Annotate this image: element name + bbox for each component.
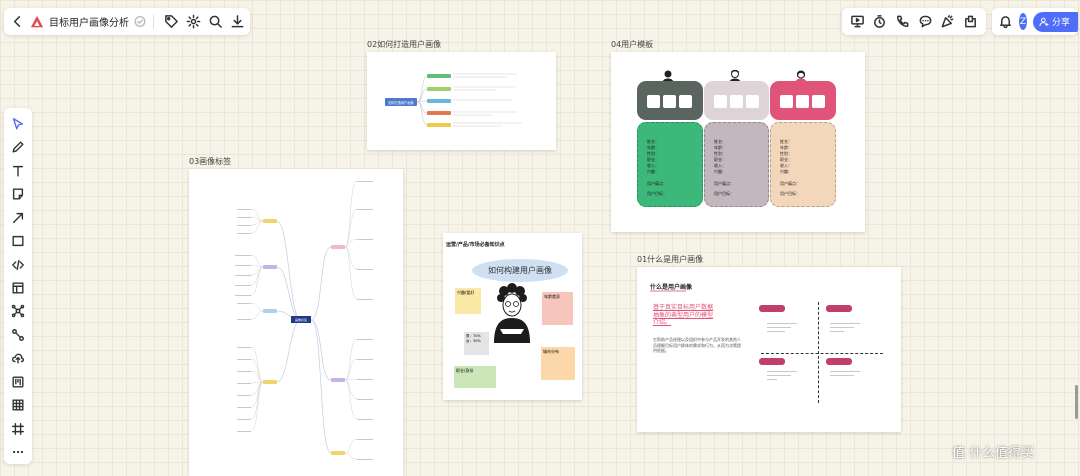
text-tool-icon[interactable] <box>6 163 30 178</box>
frame-02-branch-5 <box>427 123 451 127</box>
bell-icon[interactable] <box>998 14 1013 29</box>
persona-3-card: 姓名： 年龄： 性别： 职业： 收入： 兴趣： 用户痛点： 用户目标： <box>770 122 836 207</box>
upload-icon[interactable] <box>6 351 30 366</box>
quadrant-text-3 <box>767 371 797 380</box>
tag-branch-2 <box>263 265 277 269</box>
frame-02-branch-1 <box>427 74 451 78</box>
share-user-icon <box>1039 17 1049 27</box>
avatar[interactable]: Z <box>1019 13 1027 30</box>
watermark-text: 值 什么值得买 <box>952 446 1035 461</box>
what-is-body: 它帮助产品经理以及组织中参与产品开发的其他人员理解目标用户群体的需求和行为，从而… <box>653 337 741 353</box>
frame-04-label: 04用户模板 <box>611 40 654 49</box>
table-icon[interactable] <box>6 398 30 413</box>
frame-04-template[interactable]: 姓名： 年龄： 性别： 职业： 收入： 兴趣： 用户痛点： 用户目标： 姓名： 年龄： 性别：职… <box>611 52 865 232</box>
download-icon[interactable] <box>226 14 248 29</box>
top-left-toolbar: 目标用户画像分析 <box>4 8 250 35</box>
comment-icon[interactable] <box>918 14 933 29</box>
arrow-tool-icon[interactable] <box>6 210 30 225</box>
quadrant-pill-2 <box>826 305 852 312</box>
tag-icon[interactable] <box>160 14 182 29</box>
frame-02-label: 02如何打造用户画像 <box>367 40 442 49</box>
share-label: 分享 <box>1051 18 1070 28</box>
note-gray: 男：70% 女：30% <box>464 332 489 355</box>
template-icon[interactable] <box>6 280 30 295</box>
doc-title[interactable]: 目标用户画像分析 <box>49 14 129 29</box>
top-right-tools <box>842 8 986 35</box>
sticky-note-icon[interactable] <box>6 186 30 201</box>
more-tools-icon[interactable] <box>6 445 30 460</box>
note-orange: 城市分布 <box>541 347 575 380</box>
tag-branch-4 <box>263 380 277 384</box>
quadrant-horizontal-line <box>761 353 883 354</box>
timer-icon[interactable] <box>872 14 887 29</box>
quadrant-pill-1 <box>759 305 785 312</box>
frame-03-tag-mindmap[interactable]: 画像标签 <box>189 169 403 476</box>
divider <box>153 14 154 29</box>
plugin-icon[interactable] <box>963 14 978 29</box>
knowledge-bubble: 如何构建用户画像 <box>472 259 568 282</box>
mindmap-icon[interactable] <box>6 304 30 319</box>
tag-branch-6 <box>331 378 345 382</box>
frame-02-branch-2 <box>427 87 451 91</box>
phone-icon[interactable] <box>895 14 910 29</box>
connector-icon[interactable] <box>6 327 30 342</box>
frame-03-label: 03画像标签 <box>189 157 232 166</box>
select-tool-icon[interactable] <box>6 116 30 131</box>
top-right-account: Z 分享 <box>992 8 1078 35</box>
kanban-icon[interactable] <box>6 374 30 389</box>
watermark: 值 什么值得买 <box>952 442 1034 461</box>
frame-knowledge-card[interactable]: 运营/产品/市场必备知识点 如何构建用户画像 兴趣/爱好 年龄差异 男：70% … <box>443 233 582 400</box>
rectangle-tool-icon[interactable] <box>6 233 30 248</box>
quadrant-text-4 <box>830 371 860 376</box>
present-icon[interactable] <box>850 14 865 29</box>
vertical-scrollbar[interactable] <box>1075 385 1078 419</box>
frame-01-what-is[interactable]: 什么是用户画像 基于真实目标用户数据抽象的典型用户的模型介绍。 它帮助产品经理以… <box>637 267 901 432</box>
tag-branch-1 <box>263 219 277 223</box>
tag-branch-7 <box>331 451 345 455</box>
persona-2-header <box>704 81 769 120</box>
note-pink: 年龄差异 <box>542 292 573 325</box>
tag-branch-3 <box>263 309 277 313</box>
quadrant-text-1 <box>767 323 797 332</box>
celebrate-icon[interactable] <box>940 14 955 29</box>
person-illustration-icon <box>494 283 530 343</box>
persona-3-header <box>770 81 836 120</box>
tag-branch-5 <box>331 245 345 249</box>
left-tool-rail <box>4 108 32 464</box>
code-block-icon[interactable] <box>6 257 30 272</box>
persona-1-header <box>637 81 703 120</box>
frame-01-label: 01什么是用户画像 <box>637 255 704 264</box>
app-logo <box>30 15 44 29</box>
quadrant-text-2 <box>830 323 860 332</box>
share-button[interactable]: 分享 <box>1032 11 1078 32</box>
gear-icon[interactable] <box>182 14 204 29</box>
search-icon[interactable] <box>204 14 226 29</box>
check-circle-icon <box>133 14 147 29</box>
frame-02-center-node: 如何打造用户画像 <box>385 98 417 106</box>
quadrant-pill-3 <box>759 358 785 365</box>
persona-1-card: 姓名： 年龄： 性别： 职业： 收入： 兴趣： 用户痛点： 用户目标： <box>637 122 703 207</box>
knowledge-title: 运营/产品/市场必备知识点 <box>446 242 505 248</box>
frame-tool-icon[interactable] <box>6 421 30 436</box>
what-is-heading-underline <box>650 290 686 292</box>
note-green: 职业/身份 <box>454 366 496 388</box>
back-icon[interactable] <box>8 14 26 29</box>
frame-02-mindmap[interactable]: 如何打造用户画像 <box>367 52 556 150</box>
persona-2-card: 姓名： 年龄： 性别： 职业： 收入： 兴趣： 用户痛点： 用户目标： <box>704 122 769 207</box>
frame-02-branch-3 <box>427 99 451 103</box>
quadrant-pill-4 <box>826 358 852 365</box>
frame-02-branch-4 <box>427 111 451 115</box>
what-is-headline: 基于真实目标用户数据抽象的典型用户的模型介绍。 <box>653 304 714 326</box>
frame-03-root-node: 画像标签 <box>291 316 311 323</box>
note-yellow: 兴趣/爱好 <box>455 288 481 314</box>
pen-tool-icon[interactable] <box>6 139 30 154</box>
